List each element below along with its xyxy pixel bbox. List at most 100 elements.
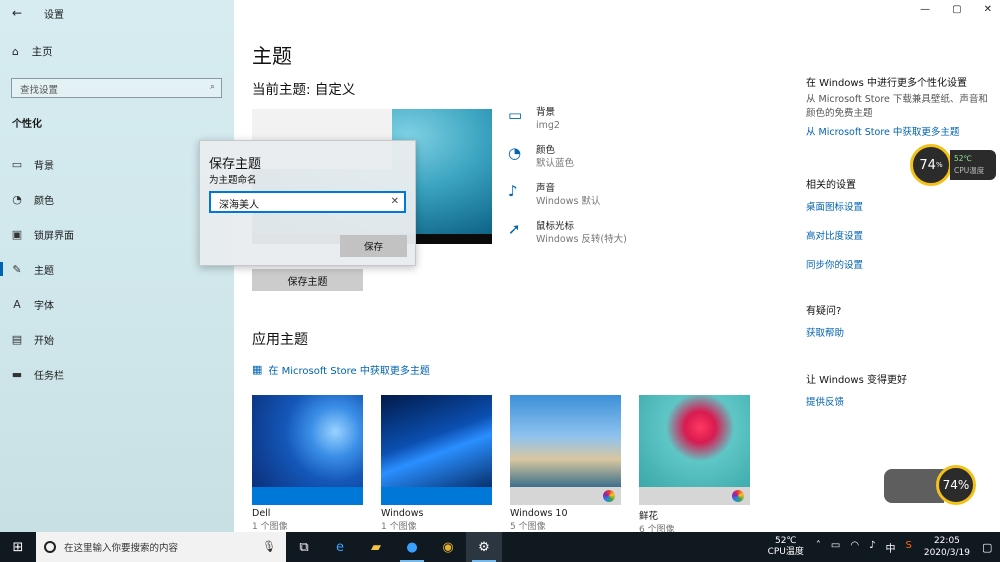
- search-icon: ⌕: [209, 82, 215, 92]
- get-more-themes-link[interactable]: 从 Microsoft Store 中获取更多主题: [806, 124, 996, 138]
- theme-tile-dell[interactable]: Dell 1 个图像: [252, 395, 363, 535]
- sidebar-item-start[interactable]: ▤ 开始: [0, 328, 234, 350]
- wifi-icon[interactable]: ◠: [850, 540, 859, 555]
- save-theme-button[interactable]: 保存主题: [252, 269, 363, 291]
- cpu-widget-secondary[interactable]: 74%: [884, 463, 976, 507]
- window-controls: — ▢ ✕: [920, 4, 992, 15]
- cpu-temp-pill: 52℃ CPU温度: [950, 150, 996, 180]
- title-row: ← 设置: [0, 4, 64, 22]
- related-title: 相关的设置: [806, 180, 856, 191]
- page-title: 主题: [252, 44, 292, 68]
- theme-color-bar: [252, 487, 363, 505]
- prop-value: 默认蓝色: [536, 158, 575, 169]
- store-themes-link[interactable]: ▦ 在 Microsoft Store 中获取更多主题: [252, 362, 430, 377]
- sidebar-item-taskbar[interactable]: ▬ 任务栏: [0, 363, 234, 385]
- cpu-usage-ring: 74%: [936, 465, 976, 505]
- system-tray: 52℃ CPU温度 ˄ ▭ ◠ ♪ 中 S 22:05 2020/3/19 ▢: [768, 532, 1000, 562]
- sogou-app[interactable]: ●: [394, 532, 430, 562]
- prop-sound[interactable]: ♪ 声音 Windows 默认: [508, 182, 627, 220]
- image-icon: ▭: [11, 157, 23, 171]
- sync-settings-link[interactable]: 同步你的设置: [806, 257, 863, 271]
- clear-icon[interactable]: ✕: [391, 196, 399, 207]
- desktop-icons-link[interactable]: 桌面图标设置: [806, 199, 863, 213]
- store-icon: ▦: [252, 363, 263, 376]
- start-button[interactable]: ⊞: [0, 532, 36, 562]
- windows-logo-icon: ⊞: [12, 539, 24, 555]
- app-title: 设置: [44, 9, 64, 21]
- task-view-button[interactable]: ⧉: [286, 532, 322, 562]
- related-settings: 相关的设置 桌面图标设置 高对比度设置 同步你的设置: [806, 176, 863, 271]
- feedback-link[interactable]: 提供反馈: [806, 394, 907, 408]
- explorer-app[interactable]: ▰: [358, 532, 394, 562]
- prop-color[interactable]: ◔ 颜色 默认蓝色: [508, 144, 627, 182]
- theme-name: Windows: [381, 508, 424, 519]
- sidebar-item-label: 任务栏: [34, 370, 64, 382]
- dialog-save-button[interactable]: 保存: [340, 235, 407, 257]
- start-icon: ▤: [11, 332, 23, 346]
- settings-app[interactable]: ⚙: [466, 532, 502, 562]
- maximize-button[interactable]: ▢: [952, 4, 961, 15]
- gear-icon: ⚙: [478, 539, 490, 555]
- edge-app[interactable]: e: [322, 532, 358, 562]
- minimize-button[interactable]: —: [920, 4, 930, 15]
- cpu-widget-panel: [884, 469, 944, 503]
- volume-icon[interactable]: ♪: [869, 540, 875, 555]
- home-label: 主页: [31, 46, 53, 58]
- font-icon: A: [13, 297, 21, 311]
- current-theme-heading: 当前主题: 自定义: [252, 82, 356, 98]
- taskbar-search[interactable]: 在这里输入你要搜索的内容 🎙: [36, 532, 286, 562]
- battery-icon[interactable]: ▭: [831, 540, 840, 555]
- palette-icon: ◔: [12, 192, 22, 206]
- close-button[interactable]: ✕: [984, 4, 992, 15]
- high-contrast-link[interactable]: 高对比度设置: [806, 228, 863, 242]
- prop-name: 鼠标光标: [536, 221, 575, 232]
- prop-value: img2: [536, 120, 560, 131]
- microphone-icon[interactable]: 🎙: [262, 540, 276, 553]
- theme-thumbnail: [639, 395, 750, 487]
- taskbar-icon: ▬: [11, 367, 23, 381]
- chevron-up-icon[interactable]: ˄: [816, 540, 821, 555]
- sidebar-item-label: 颜色: [34, 195, 54, 207]
- theme-tile-windows10[interactable]: Windows 10 5 个图像: [510, 395, 621, 535]
- tray-cpu-temp[interactable]: 52℃ CPU温度: [768, 536, 804, 558]
- search-input[interactable]: 查找设置 ⌕: [11, 78, 222, 98]
- back-button[interactable]: ←: [0, 6, 34, 20]
- store-link-text: 在 Microsoft Store 中获取更多主题: [268, 366, 430, 377]
- chrome-app[interactable]: ◉: [430, 532, 466, 562]
- prop-cursor[interactable]: ➚ 鼠标光标 Windows 反转(特大): [508, 220, 627, 258]
- theme-tile-windows[interactable]: Windows 1 个图像: [381, 395, 492, 535]
- home-link[interactable]: ⌂ 主页: [12, 44, 53, 59]
- apply-theme-heading: 应用主题: [252, 332, 308, 348]
- cpu-widget[interactable]: 74% 52℃ CPU温度: [910, 144, 996, 186]
- taskbar: ⊞ 在这里输入你要搜索的内容 🎙 ⧉ e ▰ ● ◉ ⚙ 52℃ CPU温度 ˄…: [0, 532, 1000, 562]
- main-content: — ▢ ✕ 主题 当前主题: 自定义 保存主题 ▭ 背景 img2 ◔ 颜色 默…: [234, 0, 1000, 535]
- theme-name-value: 深海美人: [219, 200, 259, 211]
- question-section: 有疑问? 获取帮助: [806, 302, 844, 339]
- speaker-icon: ♪: [508, 182, 518, 200]
- sidebar-item-fonts[interactable]: A 字体: [0, 293, 234, 315]
- clock[interactable]: 22:05 2020/3/19: [924, 535, 970, 559]
- theme-color-bar: [510, 487, 621, 505]
- lock-screen-icon: ▣: [11, 227, 23, 241]
- prop-name: 背景: [536, 107, 556, 118]
- taskbar-search-text: 在这里输入你要搜索的内容: [64, 543, 179, 554]
- theme-color-bar: [381, 487, 492, 505]
- color-wheel-icon: [732, 490, 744, 502]
- sogou-tray-icon[interactable]: S: [905, 540, 911, 555]
- prop-name: 声音: [536, 183, 556, 194]
- help-link[interactable]: 获取帮助: [806, 325, 844, 339]
- ime-indicator[interactable]: 中: [885, 540, 895, 555]
- settings-sidebar: ← 设置 ⌂ 主页 查找设置 ⌕ 个性化 ▭ 背景 ◔ 颜色 ▣ 锁屏界面 ✎ …: [0, 0, 234, 532]
- cursor-icon: ➚: [508, 220, 521, 238]
- chrome-icon: ◉: [442, 539, 454, 555]
- palette-icon: ◔: [508, 144, 522, 162]
- cpu-percent-sign: %: [935, 161, 943, 169]
- theme-tile-flowers[interactable]: 鲜花 6 个图像: [639, 395, 750, 535]
- prop-background[interactable]: ▭ 背景 img2: [508, 106, 627, 144]
- theme-thumbnail: [510, 395, 621, 487]
- color-wheel-icon: [603, 490, 615, 502]
- theme-count: 5 个图像: [510, 522, 546, 532]
- theme-name-input[interactable]: 深海美人 ✕: [209, 191, 406, 213]
- notification-icon[interactable]: ▢: [982, 541, 1000, 554]
- better-title: 让 Windows 变得更好: [806, 375, 907, 386]
